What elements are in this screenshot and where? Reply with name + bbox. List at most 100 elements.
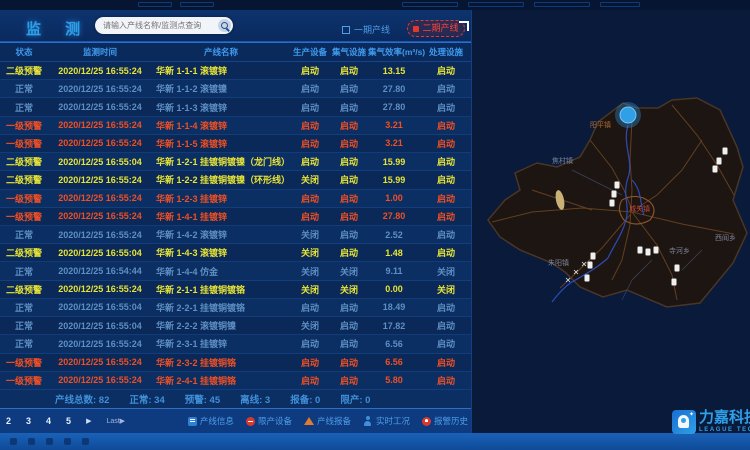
cell-name: 华新 1-1-2 滚镀镍 bbox=[152, 82, 290, 95]
footer-chip-icon[interactable] bbox=[46, 438, 53, 445]
window-tab-ghost bbox=[180, 2, 214, 7]
town-label: 西阎乡 bbox=[715, 233, 736, 242]
legend-item-bell[interactable]: 报警历史 bbox=[422, 415, 468, 427]
table-row[interactable]: 二级预警2020/12/25 16:55:04华新 1-2-1 挂镀铜镀镍（龙门… bbox=[0, 153, 472, 171]
page-button[interactable]: 3 bbox=[26, 416, 31, 426]
cell-status: 二级预警 bbox=[0, 64, 48, 77]
page-button[interactable]: 4 bbox=[46, 416, 51, 426]
phase1-checkbox[interactable]: 一期产线 bbox=[342, 23, 390, 36]
table-row[interactable]: 一级预警2020/12/25 16:55:24华新 1-4-1 挂镀锌启动启动2… bbox=[0, 208, 472, 226]
cell-gas: 启动 bbox=[330, 82, 368, 95]
footer-chip-icon[interactable] bbox=[64, 438, 71, 445]
cell-treat: 关闭 bbox=[420, 265, 472, 278]
table-row[interactable]: 一级预警2020/12/25 16:55:24华新 1-1-4 滚镀锌启动启动3… bbox=[0, 117, 472, 135]
map-panel[interactable]: 阳平镇焦村镇城关镇朱阳镇寺河乡西阎乡 bbox=[472, 10, 750, 433]
next-page-button[interactable]: ▶ bbox=[86, 417, 91, 425]
factory-marker-icon[interactable] bbox=[717, 158, 722, 165]
cell-time: 2020/12/25 16:55:24 bbox=[48, 339, 152, 349]
table-row[interactable]: 二级预警2020/12/25 16:55:04华新 1-4-3 滚镀锌关闭启动1… bbox=[0, 244, 472, 262]
factory-marker-icon[interactable] bbox=[723, 148, 728, 155]
cell-prod: 启动 bbox=[290, 137, 330, 150]
factory-marker-icon[interactable] bbox=[612, 191, 617, 198]
search-icon[interactable] bbox=[218, 19, 231, 32]
table-row[interactable]: 一级预警2020/12/25 16:55:24华新 1-1-5 滚镀锌启动启动3… bbox=[0, 135, 472, 153]
cell-name: 华新 1-4-1 挂镀锌 bbox=[152, 210, 290, 223]
last-page-button[interactable]: Last▶ bbox=[106, 417, 125, 425]
cell-prod: 启动 bbox=[290, 301, 330, 314]
cell-name: 华新 1-4-4 仿金 bbox=[152, 265, 290, 278]
window-tab-ghost bbox=[600, 2, 640, 7]
table-row[interactable]: 一级预警2020/12/25 16:55:24华新 2-3-2 挂镀铜铬启动启动… bbox=[0, 354, 472, 372]
cell-name: 华新 1-4-2 滚镀锌 bbox=[152, 228, 290, 241]
cell-time: 2020/12/25 16:55:24 bbox=[48, 175, 152, 185]
factory-marker-icon[interactable] bbox=[610, 200, 615, 207]
checkbox-icon[interactable] bbox=[342, 26, 350, 34]
pagination: 2 3 4 5 ▶ Last▶ bbox=[6, 409, 125, 433]
legend-item-person[interactable]: 实时工况 bbox=[363, 415, 410, 427]
phase2-button[interactable]: 二期产线 bbox=[407, 20, 465, 37]
footer-chip-icon[interactable] bbox=[10, 438, 17, 445]
legend-item-tri[interactable]: 产线报备 bbox=[304, 415, 351, 427]
search-box[interactable] bbox=[95, 17, 233, 34]
cell-gas: 启动 bbox=[330, 119, 368, 132]
footer-chip-icon[interactable] bbox=[28, 438, 35, 445]
page-button[interactable]: 2 bbox=[6, 416, 11, 426]
cell-status: 一级预警 bbox=[0, 192, 48, 205]
page-button[interactable]: 5 bbox=[66, 416, 71, 426]
table-row[interactable]: 正常2020/12/25 16:54:44华新 1-4-4 仿金关闭关闭9.11… bbox=[0, 262, 472, 280]
table-row[interactable]: 二级预警2020/12/25 16:55:24华新 1-2-2 挂镀铜镀镍（环形… bbox=[0, 171, 472, 189]
table-row[interactable]: 一级预警2020/12/25 16:55:24华新 2-4-1 挂镀铜铬启动启动… bbox=[0, 372, 472, 390]
cell-status: 正常 bbox=[0, 82, 48, 95]
footer-chip-icon[interactable] bbox=[82, 438, 89, 445]
factory-marker-icon[interactable] bbox=[672, 279, 677, 286]
factory-marker-icon[interactable] bbox=[591, 253, 596, 260]
factory-marker-icon[interactable] bbox=[646, 249, 651, 256]
factory-marker-icon[interactable] bbox=[638, 247, 643, 254]
table-row[interactable]: 正常2020/12/25 16:55:24华新 1-4-2 滚镀锌关闭启动2.5… bbox=[0, 226, 472, 244]
phase2-label: 二期产线 bbox=[422, 21, 458, 36]
cell-prod: 启动 bbox=[290, 101, 330, 114]
monitor-dashboard: 监 测 一期产线 二期产线 状态监测时间产线名称生产设备集气设施集气效率(m³/… bbox=[0, 0, 750, 450]
factory-marker-icon[interactable] bbox=[675, 265, 680, 272]
table-row[interactable]: 正常2020/12/25 16:55:24华新 1-1-2 滚镀镍启动启动27.… bbox=[0, 80, 472, 98]
town-label: 朱阳镇 bbox=[548, 258, 569, 267]
factory-marker-icon[interactable] bbox=[713, 166, 718, 173]
factory-marker-icon[interactable] bbox=[615, 182, 620, 189]
cell-treat: 启动 bbox=[420, 210, 472, 223]
brand-name-en: LEAGUE TECH bbox=[699, 427, 750, 433]
table-row[interactable]: 正常2020/12/25 16:55:04华新 2-2-1 挂镀铜镀铬启动启动1… bbox=[0, 299, 472, 317]
cell-name: 华新 1-2-2 挂镀铜镀镍（环形线） bbox=[152, 173, 290, 186]
cell-name: 华新 1-1-4 滚镀锌 bbox=[152, 119, 290, 132]
table-row[interactable]: 一级预警2020/12/25 16:55:24华新 1-2-3 挂镀锌启动启动1… bbox=[0, 190, 472, 208]
legend-item-list[interactable]: 产线信息 bbox=[188, 415, 234, 427]
legend-item-ban[interactable]: 限产设备 bbox=[246, 415, 292, 427]
cell-time: 2020/12/25 16:54:44 bbox=[48, 266, 152, 276]
cell-gas: 启动 bbox=[330, 101, 368, 114]
cell-rate: 27.80 bbox=[368, 84, 420, 94]
cell-prod: 关闭 bbox=[290, 283, 330, 296]
search-input[interactable] bbox=[103, 17, 213, 34]
cell-time: 2020/12/25 16:55:24 bbox=[48, 66, 152, 76]
cell-gas: 启动 bbox=[330, 319, 368, 332]
factory-marker-icon[interactable] bbox=[585, 275, 590, 282]
factory-marker-icon[interactable] bbox=[654, 247, 659, 254]
cell-rate: 6.56 bbox=[368, 339, 420, 349]
cell-gas: 启动 bbox=[330, 246, 368, 259]
factory-marker-icon[interactable] bbox=[588, 262, 593, 269]
table-row[interactable]: 正常2020/12/25 16:55:24华新 2-3-1 挂镀锌启动启动6.5… bbox=[0, 335, 472, 353]
cell-prod: 启动 bbox=[290, 64, 330, 77]
table-header-row: 状态监测时间产线名称生产设备集气设施集气效率(m³/s)处理设施 bbox=[0, 42, 472, 62]
cell-gas: 启动 bbox=[330, 356, 368, 369]
cell-rate: 17.82 bbox=[368, 321, 420, 331]
cell-name: 华新 2-2-1 挂镀铜镀铬 bbox=[152, 301, 290, 314]
district-map[interactable]: 阳平镇焦村镇城关镇朱阳镇寺河乡西阎乡 bbox=[472, 10, 750, 433]
table-row[interactable]: 正常2020/12/25 16:55:24华新 1-1-3 滚镀锌启动启动27.… bbox=[0, 98, 472, 116]
cell-treat: 启动 bbox=[420, 356, 472, 369]
table-row[interactable]: 正常2020/12/25 16:55:04华新 2-2-2 滚镀铜镍关闭启动17… bbox=[0, 317, 472, 335]
alert-circle-marker[interactable] bbox=[615, 102, 641, 128]
cell-status: 二级预警 bbox=[0, 283, 48, 296]
cell-treat: 启动 bbox=[420, 228, 472, 241]
table-row[interactable]: 二级预警2020/12/25 16:55:24华新 2-1-1 挂镀铜镀铬关闭关… bbox=[0, 281, 472, 299]
table-row[interactable]: 二级预警2020/12/25 16:55:24华新 1-1-1 滚镀锌启动启动1… bbox=[0, 62, 472, 80]
cell-treat: 启动 bbox=[420, 173, 472, 186]
